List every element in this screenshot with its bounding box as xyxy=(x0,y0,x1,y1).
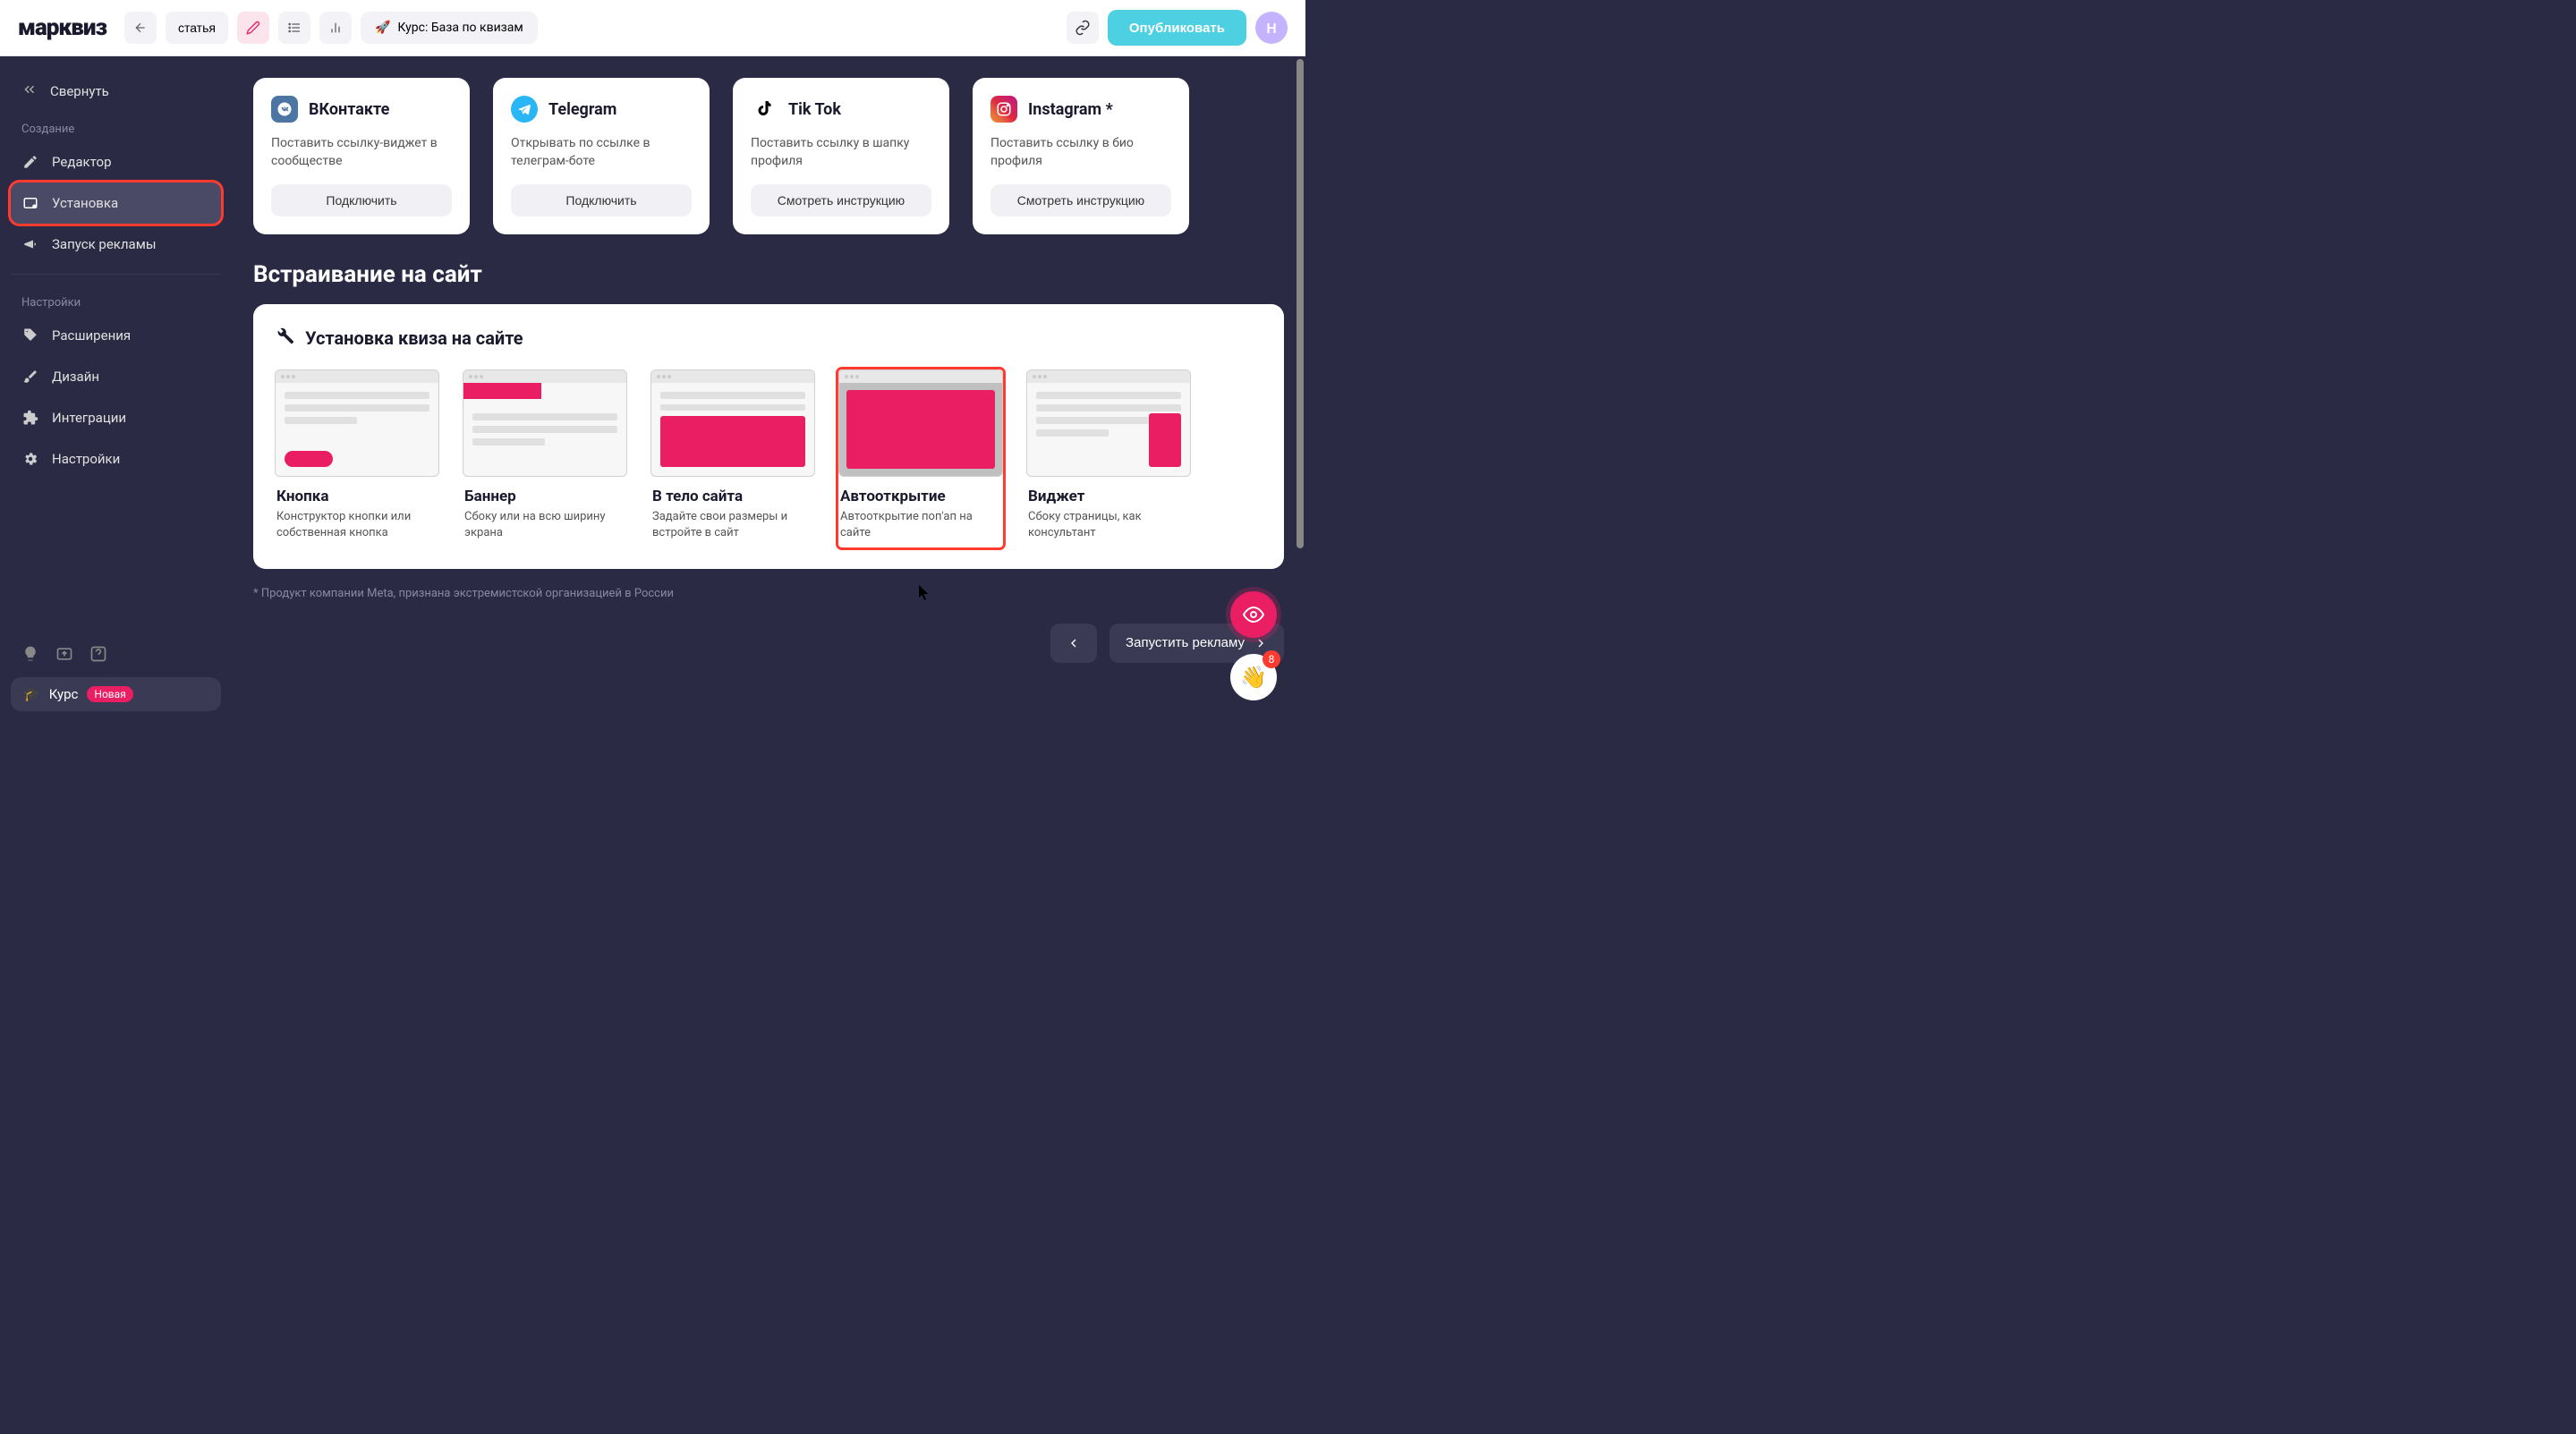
preview-fab[interactable] xyxy=(1230,591,1277,638)
collapse-sidebar[interactable]: Свернуть xyxy=(11,72,221,110)
social-instruction-button[interactable]: Смотреть инструкцию xyxy=(990,184,1171,216)
tiktok-icon xyxy=(751,96,778,123)
notification-count: 8 xyxy=(1262,650,1280,668)
notifications-fab[interactable]: 👋 8 xyxy=(1230,654,1277,700)
prev-button[interactable] xyxy=(1050,624,1097,663)
social-card-telegram[interactable]: Telegram Открывать по ссылке в телеграм-… xyxy=(493,78,710,234)
social-connect-button[interactable]: Подключить xyxy=(271,184,452,216)
embed-option-banner[interactable]: Баннер Сбоку или на всю ширину экрана xyxy=(463,369,627,547)
social-desc: Поставить ссылку в био профиля xyxy=(990,135,1171,170)
rocket-icon: 🚀 xyxy=(375,21,390,35)
social-name: ВКонтакте xyxy=(309,100,389,119)
embed-desc: Автооткрытие поп'ап на сайте xyxy=(838,509,1003,547)
telegram-icon xyxy=(511,96,538,123)
instagram-icon xyxy=(990,96,1017,123)
sidebar-item-install[interactable]: Установка xyxy=(11,182,221,224)
graduation-cap-icon: 🎓 xyxy=(23,686,40,702)
social-name: Telegram xyxy=(548,100,616,119)
course-pill[interactable]: 🚀 Курс: База по квизам xyxy=(361,12,538,44)
course-badge: Новая xyxy=(87,686,132,702)
social-name: Instagram * xyxy=(1028,100,1113,119)
sidebar: Свернуть Создание Редактор Установка Зап… xyxy=(0,56,232,727)
sidebar-item-label: Настройки xyxy=(52,451,120,467)
pencil-icon xyxy=(21,154,39,170)
link-icon[interactable] xyxy=(1067,12,1099,44)
stats-icon[interactable] xyxy=(319,12,352,44)
puzzle-icon xyxy=(21,410,39,426)
embed-desc: Сбоку страницы, как консультант xyxy=(1026,509,1191,547)
edit-icon[interactable] xyxy=(237,12,269,44)
course-button[interactable]: 🎓 Курс Новая xyxy=(11,677,221,711)
social-desc: Поставить ссылку в шапку профиля xyxy=(751,135,931,170)
sidebar-section-create: Создание xyxy=(11,110,221,141)
tag-icon xyxy=(21,327,39,344)
sidebar-item-label: Редактор xyxy=(52,154,112,170)
social-instruction-button[interactable]: Смотреть инструкцию xyxy=(751,184,931,216)
social-card-tiktok[interactable]: Tik Tok Поставить ссылку в шапку профиля… xyxy=(733,78,949,234)
sidebar-item-editor[interactable]: Редактор xyxy=(11,141,221,182)
vk-icon xyxy=(271,96,298,123)
embed-desc: Задайте свои размеры и встройте в сайт xyxy=(650,509,815,547)
logo[interactable]: марквиз xyxy=(18,14,106,41)
social-desc: Открывать по ссылке в телеграм-боте xyxy=(511,135,692,170)
next-label: Запустить рекламу xyxy=(1126,635,1245,650)
chevron-double-left-icon xyxy=(21,81,38,101)
install-icon xyxy=(21,195,39,211)
sidebar-item-extensions[interactable]: Расширения xyxy=(11,315,221,356)
back-button[interactable] xyxy=(124,12,157,44)
sidebar-item-label: Установка xyxy=(52,195,118,211)
sidebar-item-integrations[interactable]: Интеграции xyxy=(11,397,221,438)
meta-footnote: * Продукт компании Meta, признана экстре… xyxy=(253,587,1284,600)
sidebar-item-label: Дизайн xyxy=(52,369,99,385)
social-card-vk[interactable]: ВКонтакте Поставить ссылку-виджет в сооб… xyxy=(253,78,470,234)
tools-icon xyxy=(275,326,294,350)
embed-panel: Установка квиза на сайте Кнопка Конструк… xyxy=(253,304,1284,568)
sidebar-item-label: Интеграции xyxy=(52,410,126,426)
course-pill-label: Курс: База по квизам xyxy=(397,21,523,35)
lightbulb-icon[interactable] xyxy=(21,645,39,666)
breadcrumb-article[interactable]: статья xyxy=(166,12,228,44)
course-label: Курс xyxy=(49,686,79,702)
embed-name: В тело сайта xyxy=(650,488,815,505)
embed-option-widget[interactable]: Виджет Сбоку страницы, как консультант xyxy=(1026,369,1191,547)
embed-name: Виджет xyxy=(1026,488,1191,505)
help-icon[interactable] xyxy=(89,645,107,666)
embed-section-title: Встраивание на сайт xyxy=(253,261,1284,288)
collapse-label: Свернуть xyxy=(50,83,109,99)
sidebar-item-label: Запуск рекламы xyxy=(52,236,157,252)
embed-option-button[interactable]: Кнопка Конструктор кнопки или собственна… xyxy=(275,369,439,547)
sidebar-item-label: Расширения xyxy=(52,327,131,344)
social-connect-button[interactable]: Подключить xyxy=(511,184,692,216)
sidebar-item-settings[interactable]: Настройки xyxy=(11,438,221,479)
embed-desc: Конструктор кнопки или собственная кнопк… xyxy=(275,509,439,547)
social-name: Tik Tok xyxy=(788,100,841,119)
main-content: ВКонтакте Поставить ссылку-виджет в сооб… xyxy=(232,56,1305,727)
embed-desc: Сбоку или на всю ширину экрана xyxy=(463,509,627,547)
wave-icon: 👋 xyxy=(1240,665,1267,690)
embed-option-body[interactable]: В тело сайта Задайте свои размеры и встр… xyxy=(650,369,815,547)
embed-name: Кнопка xyxy=(275,488,439,505)
publish-button[interactable]: Опубликовать xyxy=(1108,10,1246,46)
embed-option-autoopen[interactable]: Автооткрытие Автооткрытие поп'ап на сайт… xyxy=(838,369,1003,547)
gear-icon xyxy=(21,451,39,467)
embed-name: Баннер xyxy=(463,488,627,505)
megaphone-icon xyxy=(21,236,39,252)
social-card-instagram[interactable]: Instagram * Поставить ссылку в био профи… xyxy=(973,78,1189,234)
sidebar-item-design[interactable]: Дизайн xyxy=(11,356,221,397)
embed-header-label: Установка квиза на сайте xyxy=(305,327,523,349)
social-desc: Поставить ссылку-виджет в сообществе xyxy=(271,135,452,170)
embed-name: Автооткрытие xyxy=(838,488,1003,505)
scrollbar[interactable] xyxy=(1297,59,1304,548)
brush-icon xyxy=(21,369,39,385)
sidebar-section-settings: Настройки xyxy=(11,284,221,315)
list-icon[interactable] xyxy=(278,12,310,44)
upload-icon[interactable] xyxy=(55,645,73,666)
sidebar-item-ads[interactable]: Запуск рекламы xyxy=(11,224,221,265)
avatar[interactable]: Н xyxy=(1255,12,1288,44)
